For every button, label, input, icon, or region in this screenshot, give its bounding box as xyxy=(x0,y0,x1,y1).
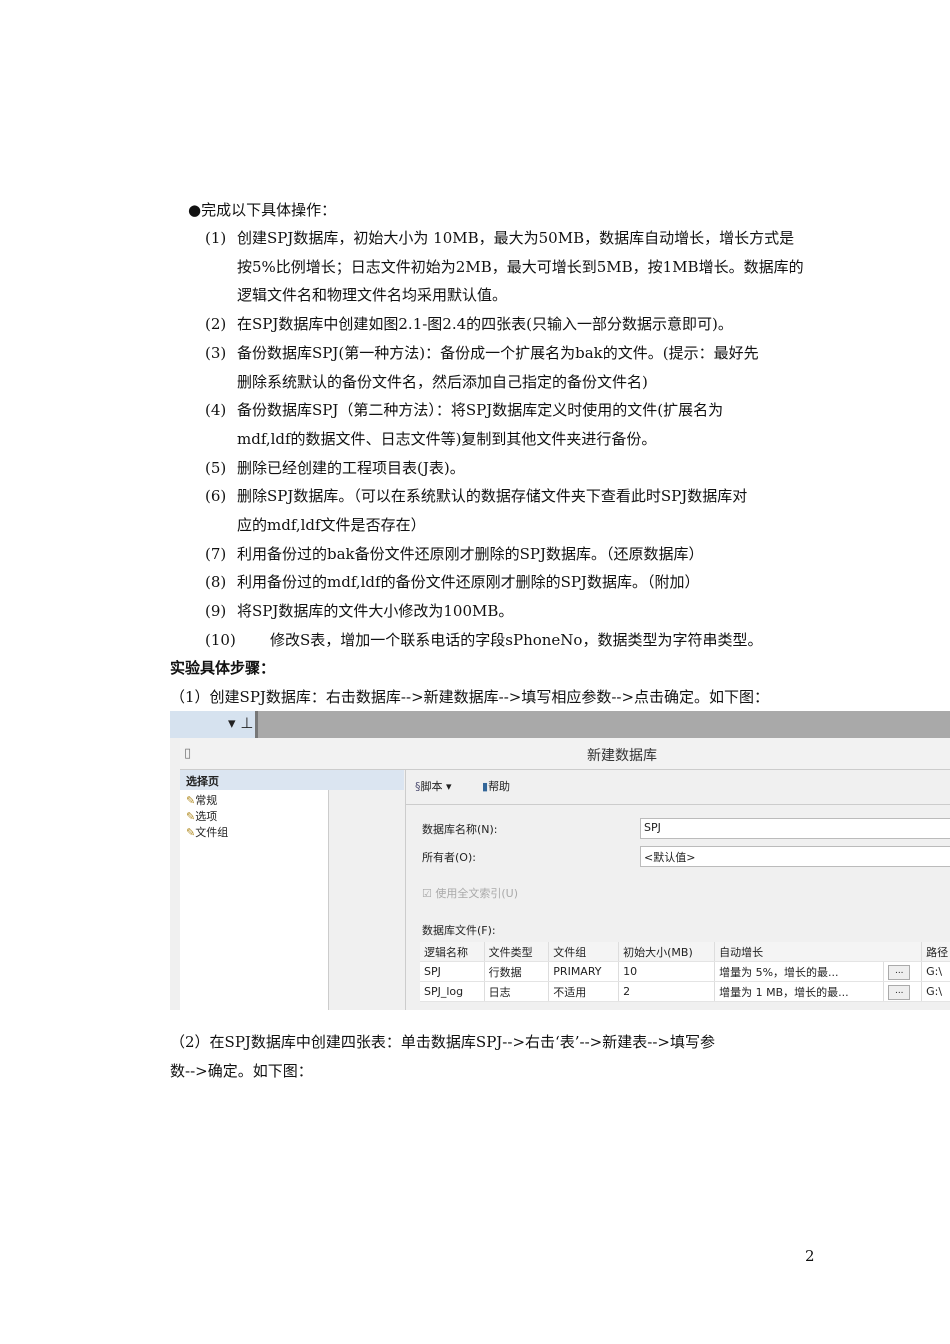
owner-value: <默认值> xyxy=(644,851,696,864)
task-line: 将SPJ数据库的文件大小修改为100MB。 xyxy=(237,602,514,621)
autogrowth-edit-button[interactable]: ... xyxy=(888,965,911,980)
step-2-line-1: （2）在SPJ数据库中创建四张表：单击数据库SPJ-->右击‘表’-->新建表-… xyxy=(170,1033,715,1051)
fulltext-checkbox[interactable]: ☑ 使用全文索引(U) xyxy=(422,885,518,901)
script-button[interactable]: §脚本 ▾ xyxy=(415,778,452,794)
task-line: 备份数据库SPJ(第一种方法)：备份成一个扩展名为bak的文件。(提示：最好先 xyxy=(237,343,759,362)
step-2-line-2: 数-->确定。如下图： xyxy=(170,1062,313,1080)
task-line: 逻辑文件名和物理文件名均采用默认值。 xyxy=(237,286,508,305)
document-page: ●完成以下具体操作： (1) 创建SPJ数据库，初始大小为 10MB，最大为50M… xyxy=(0,0,950,1344)
task-line: 删除已经创建的工程项目表(J表)。 xyxy=(237,458,465,477)
task-number: (9) xyxy=(205,602,227,621)
autogrowth-edit-button[interactable]: ... xyxy=(888,985,911,1000)
table-cell: G:\ xyxy=(921,961,950,982)
bullet-icon: ● xyxy=(188,201,202,219)
owner-input[interactable]: <默认值> xyxy=(640,846,950,867)
task-line: 删除SPJ数据库。（可以在系统默认的数据存储文件夹下查看此时SPJ数据库对 xyxy=(237,487,748,506)
task-number: (6) xyxy=(205,487,227,506)
bullet-heading: ●完成以下具体操作： xyxy=(188,201,337,219)
task-number: (7) xyxy=(205,544,227,563)
properties-icon: ✎ xyxy=(186,826,196,839)
new-database-screenshot: ▾ ⊥ ✕ ▯ 新建数据库 选择页 ✎常规 ✎选项 ✎文件组 §脚本 ▾ ▮帮助 数… xyxy=(170,711,950,1010)
table-cell: 行数据 xyxy=(484,961,550,982)
db-name-input[interactable]: SPJ xyxy=(640,818,950,839)
step-1-text: （1）创建SPJ数据库：右击数据库-->新建数据库-->填写相应参数-->点击确… xyxy=(170,688,770,706)
table-cell: 不适用 xyxy=(548,981,620,1002)
task-number: (5) xyxy=(205,458,227,477)
dialog-title: 新建数据库 xyxy=(587,748,657,764)
task-number: (4) xyxy=(205,401,227,420)
table-cell: PRIMARY xyxy=(548,961,620,982)
database-icon: ▯ xyxy=(184,746,192,761)
table-header: 逻辑名称 文件类型 文件组 初始大小(MB) 自动增长 路径 xyxy=(420,942,950,962)
properties-icon: ✎ xyxy=(186,794,196,807)
db-files-label: 数据库文件(F): xyxy=(422,924,496,937)
column-header[interactable]: 自动增长 xyxy=(714,942,923,962)
task-number: (3) xyxy=(205,343,227,362)
table-row[interactable]: SPJ 行数据 PRIMARY 10 增量为 5%，增长的最...... G:\ xyxy=(420,961,950,982)
document-area xyxy=(255,711,950,738)
task-line: 在SPJ数据库中创建如图2.1-图2.4的四张表(只输入一部分数据示意即可)。 xyxy=(237,315,733,334)
select-page-label: 选择页 xyxy=(186,775,219,788)
page-item[interactable]: ✎常规 xyxy=(186,792,217,808)
table-row[interactable]: SPJ_log 日志 不适用 2 增量为 1 MB，增长的最...... G:\ xyxy=(420,981,950,1002)
task-number: (1) xyxy=(205,229,227,247)
task-line: 备份数据库SPJ（第二种方法）：将SPJ数据库定义时使用的文件(扩展名为 xyxy=(237,401,724,420)
page-item[interactable]: ✎文件组 xyxy=(186,824,228,840)
table-cell: SPJ xyxy=(420,961,485,982)
table-cell: 增量为 1 MB，增长的最... xyxy=(714,981,885,1002)
task-number: (8) xyxy=(205,573,227,592)
column-header[interactable]: 文件类型 xyxy=(484,942,550,962)
table-cell: SPJ_log xyxy=(420,981,485,1002)
task-line: 按5%比例增长；日志文件初始为2MB，最大可增长到5MB，按1MB增长。数据库的 xyxy=(237,257,804,276)
steps-heading: 实验具体步骤： xyxy=(170,659,276,677)
column-header[interactable]: 路径 xyxy=(921,942,950,962)
task-line: 删除系统默认的备份文件名，然后添加自己指定的备份文件名) xyxy=(237,372,648,391)
table-cell: 2 xyxy=(618,981,716,1002)
task-line: 利用备份过的mdf,ldf的备份文件还原刚才删除的SPJ数据库。（附加） xyxy=(237,573,700,592)
properties-icon: ✎ xyxy=(186,810,196,823)
task-number: (2) xyxy=(205,315,227,334)
column-header[interactable]: 初始大小(MB) xyxy=(618,942,716,962)
db-name-value: SPJ xyxy=(644,821,661,834)
task-line: 修改S表，增加一个联系电话的字段sPhoneNo，数据类型为字符串类型。 xyxy=(270,630,763,649)
table-cell: 增量为 5%，增长的最... xyxy=(714,961,885,982)
task-number: (10) xyxy=(205,630,236,649)
table-cell: G:\ xyxy=(921,981,950,1002)
help-button[interactable]: ▮帮助 xyxy=(482,778,510,794)
page-item[interactable]: ✎选项 xyxy=(186,808,217,824)
task-line: 应的mdf,ldf文件是否存在） xyxy=(237,516,426,534)
owner-label: 所有者(O): xyxy=(422,851,476,864)
db-files-table: 逻辑名称 文件类型 文件组 初始大小(MB) 自动增长 路径 SPJ 行数据 PRIMARY 1… xyxy=(420,942,950,1002)
task-line: mdf,ldf的数据文件、日志文件等)复制到其他文件夹进行备份。 xyxy=(237,429,657,448)
table-cell: 日志 xyxy=(484,981,550,1002)
page-number: 2 xyxy=(805,1247,815,1265)
task-line: 利用备份过的bak备份文件还原刚才删除的SPJ数据库。（还原数据库） xyxy=(237,544,704,563)
table-cell: 10 xyxy=(618,961,716,982)
db-name-label: 数据库名称(N): xyxy=(422,823,498,836)
column-header[interactable]: 逻辑名称 xyxy=(420,942,485,962)
task-line: 创建SPJ数据库，初始大小为 10MB，最大为50MB，数据库自动增长，增长方式… xyxy=(237,229,795,247)
dialog-titlebar xyxy=(180,738,950,770)
dropdown-arrow-icon[interactable]: ▾ xyxy=(446,780,452,793)
column-header[interactable]: 文件组 xyxy=(548,942,620,962)
